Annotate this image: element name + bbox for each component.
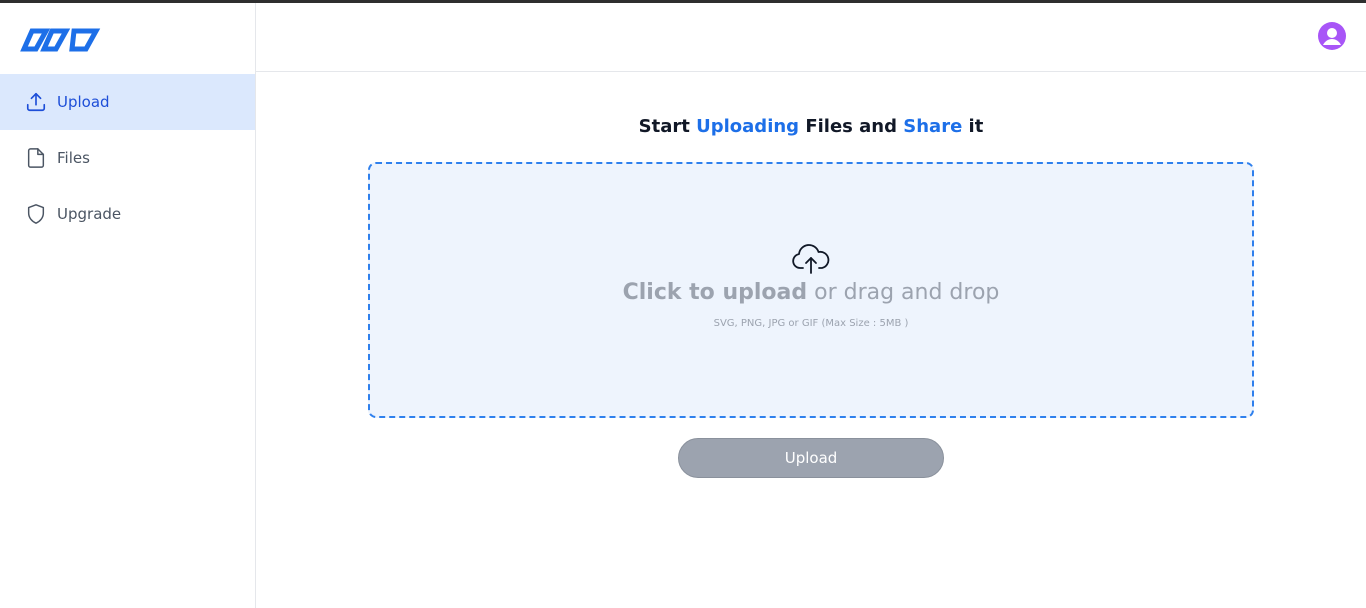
sidebar-item-upgrade[interactable]: Upgrade <box>0 186 255 242</box>
main-content: Start Uploading Files and Share it Click… <box>256 72 1366 608</box>
cloud-upload-icon <box>791 242 831 276</box>
sidebar-item-upload[interactable]: Upload <box>0 74 255 130</box>
headline-highlight-uploading: Uploading <box>696 116 800 137</box>
drag-drop-text: or drag and drop <box>807 280 1000 305</box>
logo[interactable] <box>18 23 102 57</box>
dropzone-hint: SVG, PNG, JPG or GIF (Max Size : 5MB ) <box>713 318 909 329</box>
upload-button[interactable]: Upload <box>678 438 944 478</box>
dropzone-cta: Click to upload or drag and drop <box>370 280 1252 305</box>
headline-text: Files and <box>799 116 904 137</box>
sidebar-item-files[interactable]: Files <box>0 130 255 186</box>
top-header <box>256 3 1366 72</box>
shield-icon <box>24 202 48 226</box>
upload-icon <box>24 90 48 114</box>
sidebar-item-label: Upgrade <box>57 205 122 223</box>
click-to-upload-text[interactable]: Click to upload <box>623 280 808 305</box>
page-title: Start Uploading Files and Share it <box>256 116 1366 137</box>
headline-highlight-share: Share <box>903 116 963 137</box>
sidebar-nav: Upload Files Upgrade <box>0 74 255 242</box>
sidebar-item-label: Upload <box>57 93 110 111</box>
file-dropzone[interactable]: Click to upload or drag and drop SVG, PN… <box>368 162 1254 418</box>
sidebar: Upload Files Upgrade <box>0 3 256 608</box>
headline-text: Start <box>638 116 697 137</box>
headline-text: it <box>962 116 984 137</box>
sidebar-item-label: Files <box>57 149 90 167</box>
avatar[interactable] <box>1318 22 1346 50</box>
file-icon <box>24 146 48 170</box>
